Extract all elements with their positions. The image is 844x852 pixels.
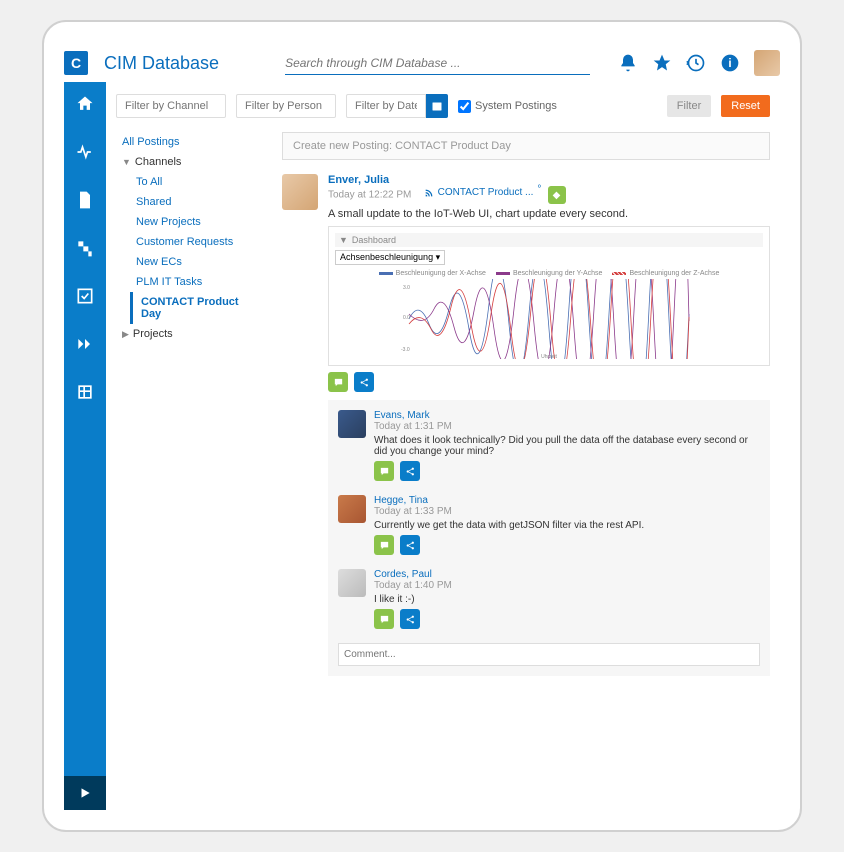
document-icon[interactable]: [75, 190, 95, 210]
calendar-icon[interactable]: [426, 94, 448, 118]
replies-container: Evans, Mark Today at 1:31 PM What does i…: [328, 400, 770, 676]
nav-all-postings[interactable]: All Postings: [116, 132, 266, 152]
channel-nav: All Postings ▼Channels To All Shared New…: [116, 132, 266, 684]
filter-bar: System Postings Filter Reset: [116, 94, 770, 118]
reset-button[interactable]: Reset: [721, 95, 770, 117]
tag-icon[interactable]: ◆: [548, 186, 566, 204]
activity-icon[interactable]: [75, 142, 95, 162]
post-avatar: [282, 174, 318, 210]
nav-channel-item-active[interactable]: CONTACT Product Day: [130, 292, 266, 324]
nav-channel-item[interactable]: To All: [130, 172, 266, 192]
chart-selector[interactable]: Achsenbeschleunigung ▾: [335, 250, 445, 265]
reply-avatar: [338, 569, 366, 597]
reply: Hegge, Tina Today at 1:33 PM Currently w…: [338, 495, 760, 555]
search-input[interactable]: [285, 52, 590, 75]
play-icon[interactable]: [64, 776, 106, 810]
star-icon[interactable]: [652, 53, 672, 73]
nav-channel-item[interactable]: PLM IT Tasks: [130, 272, 266, 292]
reply-author[interactable]: Evans, Mark: [374, 410, 760, 421]
filter-channel-input[interactable]: [116, 94, 226, 118]
feed: Create new Posting: CONTACT Product Day …: [282, 132, 770, 684]
nav-projects-heading[interactable]: ▶Projects: [116, 324, 266, 344]
reply-time: Today at 1:33 PM: [374, 506, 760, 517]
svg-text:0.0: 0.0: [403, 315, 410, 321]
svg-text:i: i: [728, 57, 731, 70]
reply: Cordes, Paul Today at 1:40 PM I like it …: [338, 569, 760, 629]
reply-author[interactable]: Hegge, Tina: [374, 495, 760, 506]
post: Enver, Julia Today at 12:22 PM CONTACT P…: [282, 174, 770, 676]
system-postings-checkbox[interactable]: System Postings: [458, 100, 557, 113]
share-button[interactable]: [400, 535, 420, 555]
home-icon[interactable]: [75, 94, 95, 114]
filter-person-input[interactable]: [236, 94, 336, 118]
filter-button[interactable]: Filter: [667, 95, 711, 117]
forward-icon[interactable]: [75, 334, 95, 354]
filter-date-input[interactable]: [346, 94, 426, 118]
chart-legend: Beschleunigung der X-Achse Beschleunigun…: [335, 270, 763, 277]
app-header: C CIM Database i: [64, 50, 780, 82]
reply-text: Currently we get the data with getJSON f…: [374, 520, 760, 531]
post-channel-link[interactable]: CONTACT Product ... °: [424, 187, 542, 198]
svg-text:-3.0: -3.0: [401, 347, 410, 353]
share-button[interactable]: [400, 609, 420, 629]
nav-channel-item[interactable]: New ECs: [130, 252, 266, 272]
reply-avatar: [338, 495, 366, 523]
svg-text:3.0: 3.0: [403, 285, 410, 291]
user-avatar[interactable]: [754, 50, 780, 76]
nav-channel-item[interactable]: Shared: [130, 192, 266, 212]
comment-button[interactable]: [328, 372, 348, 392]
share-button[interactable]: [400, 461, 420, 481]
post-time: Today at 12:22 PM: [328, 190, 411, 201]
bell-icon[interactable]: [618, 53, 638, 73]
box-icon[interactable]: [75, 382, 95, 402]
history-icon[interactable]: [686, 53, 706, 73]
comment-input[interactable]: [338, 643, 760, 666]
chart-embed: ▼Dashboard Achsenbeschleunigung ▾ Beschl…: [328, 226, 770, 366]
nav-channels-heading[interactable]: ▼Channels: [116, 152, 266, 172]
comment-button[interactable]: [374, 609, 394, 629]
reply: Evans, Mark Today at 1:31 PM What does i…: [338, 410, 760, 481]
create-post-input[interactable]: Create new Posting: CONTACT Product Day: [282, 132, 770, 160]
info-icon[interactable]: i: [720, 53, 740, 73]
svg-text:Uhrzeit: Uhrzeit: [541, 354, 557, 359]
nav-channel-item[interactable]: Customer Requests: [130, 232, 266, 252]
app-logo: C: [64, 51, 88, 75]
post-author[interactable]: Enver, Julia: [328, 174, 389, 186]
check-icon[interactable]: [75, 286, 95, 306]
reply-time: Today at 1:31 PM: [374, 421, 760, 432]
share-button[interactable]: [354, 372, 374, 392]
post-text: A small update to the IoT-Web UI, chart …: [328, 208, 770, 220]
chart-plot: 3.0 0.0 -3.0 Uhrzeit: [335, 279, 763, 359]
reply-avatar: [338, 410, 366, 438]
reply-author[interactable]: Cordes, Paul: [374, 569, 760, 580]
comment-button[interactable]: [374, 461, 394, 481]
app-title: CIM Database: [104, 53, 219, 74]
reply-text: What does it look technically? Did you p…: [374, 435, 760, 457]
reply-text: I like it :-): [374, 594, 760, 605]
reply-time: Today at 1:40 PM: [374, 580, 760, 591]
nav-channel-item[interactable]: New Projects: [130, 212, 266, 232]
chart-title: ▼Dashboard: [335, 233, 763, 247]
comment-button[interactable]: [374, 535, 394, 555]
step-icon[interactable]: [75, 238, 95, 258]
side-rail: [64, 82, 106, 810]
